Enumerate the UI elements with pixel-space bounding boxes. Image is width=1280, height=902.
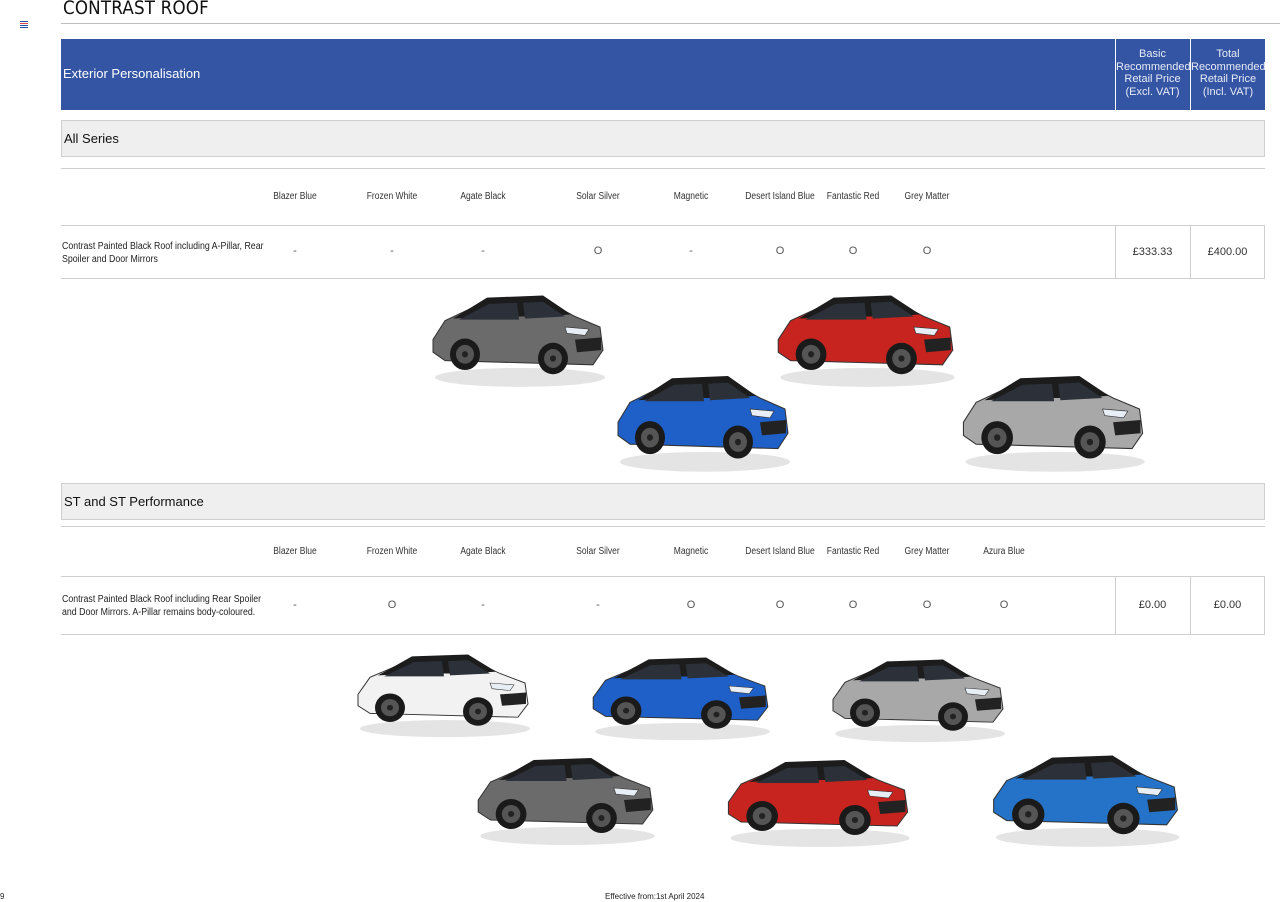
colour-header: Solar Silver <box>576 191 620 202</box>
section-st-series: ST and ST Performance <box>61 483 1265 520</box>
colour-header: Blazer Blue <box>273 191 317 202</box>
availability-cell: - <box>293 599 297 611</box>
car-image-desert-island-blue <box>592 657 770 741</box>
car-image-magnetic <box>432 295 605 387</box>
section-label: All Series <box>64 131 119 146</box>
car-image-solar-silver <box>962 376 1145 472</box>
car-image-azura-blue <box>993 755 1180 847</box>
car-shape <box>777 295 955 387</box>
colour-header: Agate Black <box>460 546 506 557</box>
car-image-magnetic <box>477 758 655 845</box>
availability-cell: O <box>999 599 1009 611</box>
colour-header: Grey Matter <box>904 191 950 202</box>
colour-header: Solar Silver <box>576 546 620 557</box>
car-shape <box>993 755 1180 847</box>
car-image-desert-island-blue <box>617 376 790 472</box>
car-shape <box>962 376 1145 472</box>
availability-cell: O <box>922 245 932 257</box>
basic-price: £0.00 <box>1115 577 1189 634</box>
car-image-frozen-white <box>357 654 530 738</box>
availability-cell: O <box>848 599 858 611</box>
availability-cell: O <box>593 245 603 257</box>
page-title: CONTRAST ROOF <box>63 0 209 19</box>
total-price: £0.00 <box>1190 577 1265 634</box>
title-divider <box>61 23 1280 24</box>
header-label: Exterior Personalisation <box>63 66 201 81</box>
colour-header: Magnetic <box>673 191 709 202</box>
divider <box>61 225 1265 226</box>
car-shape <box>592 657 770 741</box>
availability-cell: O <box>848 245 858 257</box>
availability-cell: - <box>293 245 297 257</box>
availability-cell: - <box>481 599 485 611</box>
colour-header: Frozen White <box>366 546 418 557</box>
car-image-fantastic-red <box>777 295 955 387</box>
colour-header: Magnetic <box>673 546 709 557</box>
colour-header: Blazer Blue <box>273 546 317 557</box>
car-image-solar-silver <box>832 659 1005 743</box>
divider <box>61 168 1265 169</box>
availability-cell: O <box>922 599 932 611</box>
divider <box>61 576 1265 577</box>
divider <box>61 526 1265 527</box>
total-price: £400.00 <box>1190 226 1265 278</box>
effective-date: Effective from:1st April 2024 <box>605 892 705 901</box>
availability-cell: O <box>775 599 785 611</box>
table-header: Exterior Personalisation Basic Recommend… <box>61 39 1266 110</box>
basic-price: £333.33 <box>1115 226 1189 278</box>
row-description: Contrast Painted Black Roof including A-… <box>62 241 264 265</box>
total-price-header: Total Recommended Retail Price (Incl. VA… <box>1190 39 1266 110</box>
colour-header: Frozen White <box>366 191 418 202</box>
brand-logo-icon <box>20 21 28 29</box>
car-image-fantastic-red <box>727 760 910 847</box>
car-shape <box>432 295 605 387</box>
availability-cell: O <box>686 599 696 611</box>
availability-cell: - <box>689 245 693 257</box>
colour-header: Agate Black <box>460 191 506 202</box>
availability-cell: - <box>481 245 485 257</box>
availability-cell: O <box>387 599 397 611</box>
availability-cell: - <box>390 245 394 257</box>
car-shape <box>477 758 655 845</box>
basic-price-header: Basic Recommended Retail Price (Excl. VA… <box>1115 39 1191 110</box>
car-shape <box>617 376 790 472</box>
page-number: 9 <box>0 892 5 901</box>
car-shape <box>357 654 530 738</box>
availability-cell: - <box>596 599 600 611</box>
colour-header: Azura Blue <box>983 546 1025 557</box>
divider <box>61 278 1265 279</box>
car-shape <box>832 659 1005 743</box>
availability-cell: O <box>775 245 785 257</box>
car-shape <box>727 760 910 847</box>
row-description: Contrast Painted Black Roof including Re… <box>62 594 262 618</box>
section-label: ST and ST Performance <box>64 494 204 509</box>
divider <box>61 634 1265 635</box>
section-all-series: All Series <box>61 120 1265 157</box>
